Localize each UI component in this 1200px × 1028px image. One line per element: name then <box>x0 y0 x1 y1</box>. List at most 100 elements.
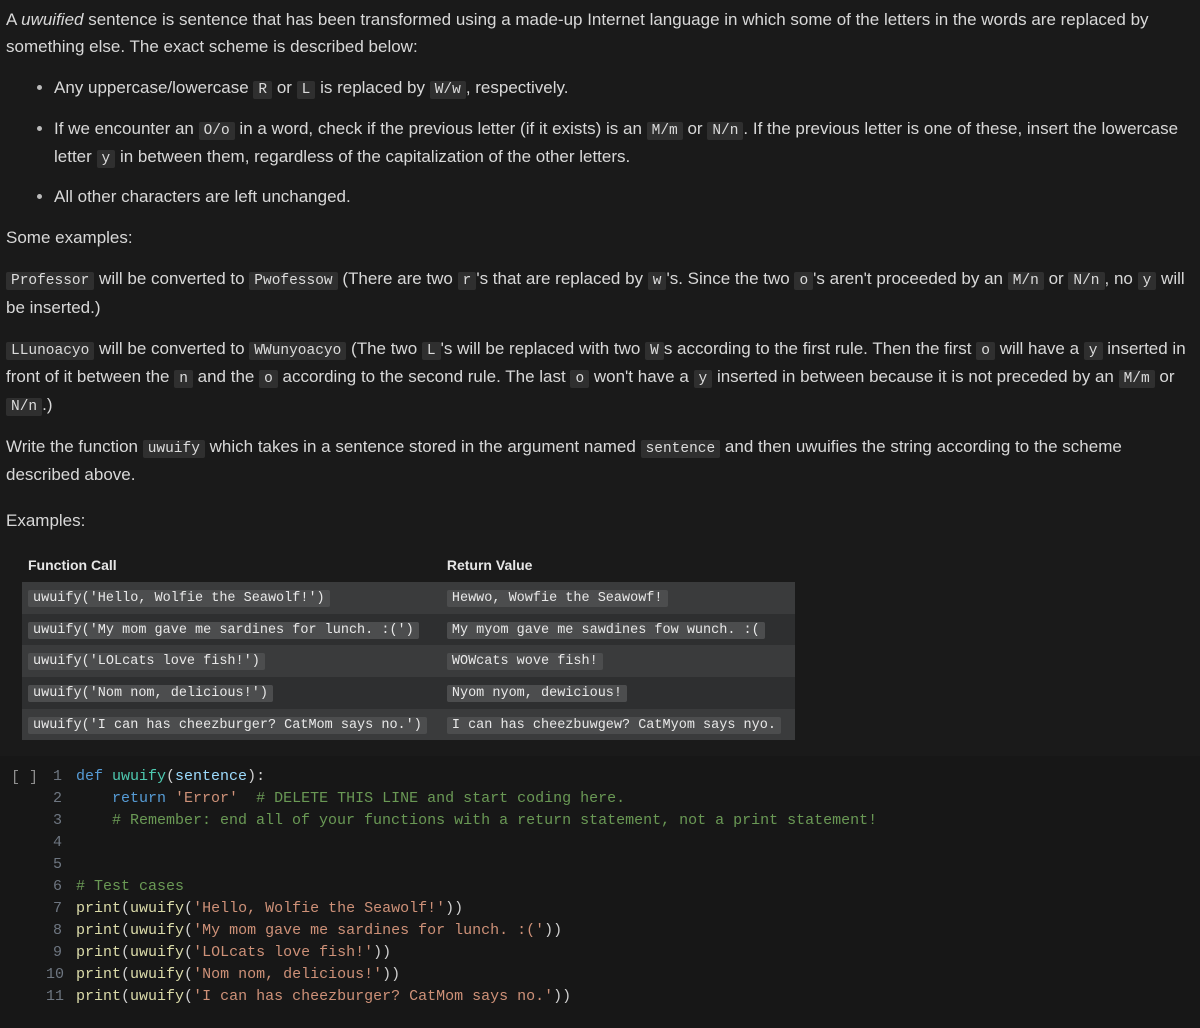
code-snippet: uwuify('Nom nom, delicious!') <box>28 685 273 702</box>
cell-return-value: I can has cheezbuwgew? CatMyom says nyo. <box>441 709 795 741</box>
code-line[interactable]: print(uwuify('Nom nom, delicious!')) <box>76 964 1200 986</box>
line-number-gutter: 1234567891011 <box>46 766 76 1008</box>
text: , no <box>1105 269 1138 288</box>
code-line[interactable]: print(uwuify('LOLcats love fish!')) <box>76 942 1200 964</box>
code-n: n <box>174 370 193 388</box>
code-o3: o <box>570 370 589 388</box>
code-L: L <box>297 81 316 99</box>
line-number: 6 <box>46 876 62 898</box>
cell-function-call: uwuify('Hello, Wolfie the Seawolf!') <box>22 582 441 614</box>
code-snippet: uwuify('LOLcats love fish!') <box>28 653 265 670</box>
line-number: 8 <box>46 920 62 942</box>
examples-table: Function Call Return Value uwuify('Hello… <box>22 548 795 740</box>
text: in a word, check if the previous letter … <box>235 119 647 138</box>
code-R: R <box>253 81 272 99</box>
text: or <box>1044 269 1069 288</box>
example-2: LLunoacyo will be converted to WWunyoacy… <box>6 335 1194 420</box>
code-o: o <box>976 342 995 360</box>
table-row: uwuify('My mom gave me sardines for lunc… <box>22 614 795 646</box>
code-snippet: Hewwo, Wowfie the Seawowf! <box>447 590 668 607</box>
code-y: y <box>1084 342 1103 360</box>
rule-3: All other characters are left unchanged. <box>54 183 1194 210</box>
code-snippet: Nyom nyom, dewicious! <box>447 685 627 702</box>
text: 's will be replaced with two <box>441 339 646 358</box>
cell-function-call: uwuify('Nom nom, delicious!') <box>22 677 441 709</box>
code-Oo: O/o <box>199 122 235 140</box>
text: Any uppercase/lowercase <box>54 78 253 97</box>
code-cell[interactable]: [ ] 1234567891011 def uwuify(sentence): … <box>0 756 1200 1028</box>
code-snippet: uwuify('My mom gave me sardines for lunc… <box>28 622 419 639</box>
text: will have a <box>995 339 1084 358</box>
cell-return-value: My myom gave me sawdines fow wunch. :( <box>441 614 795 646</box>
line-number: 4 <box>46 832 62 854</box>
col-header-function-call: Function Call <box>22 548 441 582</box>
cell-function-call: uwuify('LOLcats love fish!') <box>22 645 441 677</box>
rule-1: Any uppercase/lowercase R or L is replac… <box>54 74 1194 102</box>
rules-list: Any uppercase/lowercase R or L is replac… <box>6 74 1194 210</box>
code-snippet: uwuify('I can has cheezburger? CatMom sa… <box>28 717 427 734</box>
line-number: 5 <box>46 854 62 876</box>
table-row: uwuify('Hello, Wolfie the Seawolf!') Heww… <box>22 582 795 614</box>
code-line[interactable] <box>76 854 1200 876</box>
code-Mm: M/m <box>647 122 683 140</box>
emphasis: uwuified <box>21 10 83 29</box>
code-o: o <box>794 272 813 290</box>
text: 's that are replaced by <box>476 269 647 288</box>
line-number: 3 <box>46 810 62 832</box>
cell-function-call: uwuify('I can has cheezburger? CatMom sa… <box>22 709 441 741</box>
problem-statement: A uwuified sentence is sentence that has… <box>0 0 1200 740</box>
examples-label: Examples: <box>6 507 1194 534</box>
code-line[interactable]: # Remember: end all of your functions wi… <box>76 810 1200 832</box>
code-editor[interactable]: def uwuify(sentence): return 'Error' # D… <box>76 766 1200 1008</box>
line-number: 9 <box>46 942 62 964</box>
code-line[interactable]: print(uwuify('I can has cheezburger? Cat… <box>76 986 1200 1008</box>
line-number: 11 <box>46 986 62 1008</box>
task-paragraph: Write the function uwuify which takes in… <box>6 433 1194 488</box>
text: or <box>683 119 708 138</box>
text: s according to the first rule. Then the … <box>664 339 976 358</box>
execution-prompt[interactable]: [ ] <box>0 766 46 789</box>
text: 's aren't proceeded by an <box>813 269 1008 288</box>
code-line[interactable]: return 'Error' # DELETE THIS LINE and st… <box>76 788 1200 810</box>
text: , respectively. <box>466 78 569 97</box>
code-Nn: N/n <box>707 122 743 140</box>
text: Write the function <box>6 437 143 456</box>
code-r: r <box>458 272 477 290</box>
text: (The two <box>346 339 422 358</box>
code-Ww: W/w <box>430 81 466 99</box>
code-sentence: sentence <box>641 440 721 458</box>
text: (There are two <box>338 269 458 288</box>
text: If we encounter an <box>54 119 199 138</box>
text: 's. Since the two <box>666 269 794 288</box>
code-line[interactable] <box>76 832 1200 854</box>
code-line[interactable]: print(uwuify('My mom gave me sardines fo… <box>76 920 1200 942</box>
code-snippet: WOWcats wove fish! <box>447 653 603 670</box>
table-row: uwuify('Nom nom, delicious!') Nyom nyom, … <box>22 677 795 709</box>
code-Mm: M/m <box>1119 370 1155 388</box>
line-number: 2 <box>46 788 62 810</box>
code-line[interactable]: def uwuify(sentence): <box>76 766 1200 788</box>
code-Mn: M/n <box>1008 272 1044 290</box>
text: will be converted to <box>94 339 249 358</box>
table-row: uwuify('LOLcats love fish!') WOWcats wove… <box>22 645 795 677</box>
code-WWunyoacyo: WWunyoacyo <box>249 342 346 360</box>
some-examples-label: Some examples: <box>6 224 1194 251</box>
text: will be converted to <box>94 269 249 288</box>
page: A uwuified sentence is sentence that has… <box>0 0 1200 1028</box>
code-Nn2: N/n <box>6 398 42 416</box>
text: sentence is sentence that has been trans… <box>6 10 1149 56</box>
code-snippet: uwuify('Hello, Wolfie the Seawolf!') <box>28 590 330 607</box>
code-o2: o <box>259 370 278 388</box>
text: is replaced by <box>315 78 429 97</box>
code-line[interactable]: # Test cases <box>76 876 1200 898</box>
cell-return-value: Nyom nyom, dewicious! <box>441 677 795 709</box>
code-Professor: Professor <box>6 272 94 290</box>
code-line[interactable]: print(uwuify('Hello, Wolfie the Seawolf!… <box>76 898 1200 920</box>
table-row: uwuify('I can has cheezburger? CatMom sa… <box>22 709 795 741</box>
code-snippet: I can has cheezbuwgew? CatMyom says nyo. <box>447 717 781 734</box>
text: or <box>272 78 297 97</box>
text: or <box>1155 367 1175 386</box>
cell-function-call: uwuify('My mom gave me sardines for lunc… <box>22 614 441 646</box>
example-1: Professor will be converted to Pwofessow… <box>6 265 1194 320</box>
intro-paragraph: A uwuified sentence is sentence that has… <box>6 6 1194 60</box>
